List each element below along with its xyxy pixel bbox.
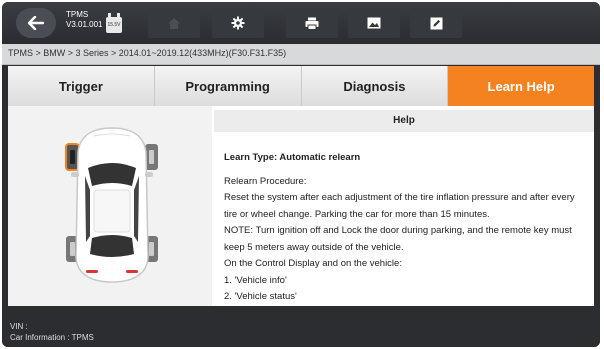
settings-button[interactable] xyxy=(212,8,264,38)
tab-programming[interactable]: Programming xyxy=(154,66,302,106)
help-header: Help xyxy=(214,110,594,132)
edit-icon xyxy=(430,17,442,29)
device-screen: TPMS V3.01.001 15.5V TPMS > BMW > 3 Seri… xyxy=(2,2,600,347)
image-button[interactable] xyxy=(348,8,400,38)
tab-trigger[interactable]: Trigger xyxy=(8,66,155,106)
app-name: TPMS xyxy=(66,10,89,19)
vehicle-info-footer: VIN : Car Information : TPMS xyxy=(2,308,600,347)
help-line: NOTE: Turn ignition off and Lock the doo… xyxy=(224,225,572,253)
print-button[interactable] xyxy=(286,8,338,38)
battery-icon: 15.5V xyxy=(106,11,122,33)
car-information-label: Car Information : TPMS xyxy=(10,333,94,342)
tab-learn-help[interactable]: Learn Help xyxy=(448,66,594,106)
home-icon xyxy=(168,17,180,29)
vin-label: VIN : xyxy=(10,322,28,331)
edit-button[interactable] xyxy=(410,8,462,38)
settings-icon xyxy=(231,16,245,30)
help-line: Reset the system after each adjustment o… xyxy=(224,192,575,220)
breadcrumb: TPMS > BMW > 3 Series > 2014.01~2019.12(… xyxy=(8,48,287,58)
back-arrow-icon xyxy=(28,16,44,30)
breadcrumb-bar: TPMS > BMW > 3 Series > 2014.01~2019.12(… xyxy=(2,44,600,65)
print-icon xyxy=(305,17,319,30)
battery-voltage: 15.5V xyxy=(106,17,122,33)
help-line: 1. 'Vehicle info' xyxy=(224,274,287,286)
tab-diagnosis[interactable]: Diagnosis xyxy=(301,66,449,106)
content-area: Help Learn Type: Automatic relearn Relea… xyxy=(8,106,594,306)
help-line: 2. 'Vehicle status' xyxy=(224,291,297,302)
app-version: V3.01.001 xyxy=(66,20,103,29)
back-button[interactable] xyxy=(16,8,56,38)
tab-bar: Trigger Programming Diagnosis Learn Help xyxy=(8,66,594,106)
car-top-view-image xyxy=(65,127,158,283)
screen: TPMS V3.01.001 15.5V TPMS > BMW > 3 Seri… xyxy=(0,0,604,349)
app-title: TPMS V3.01.001 xyxy=(66,10,102,30)
help-panel: Help Learn Type: Automatic relearn Relea… xyxy=(214,106,594,306)
home-button[interactable] xyxy=(148,8,200,38)
top-toolbar: TPMS V3.01.001 15.5V xyxy=(2,2,600,44)
help-line: Relearn Procedure: xyxy=(224,175,307,187)
help-text: Learn Type: Automatic relearn Relearn Pr… xyxy=(224,150,590,306)
learn-type-label: Learn Type: Automatic relearn xyxy=(224,152,361,163)
help-line: On the Control Display and on the vehicl… xyxy=(224,258,402,269)
car-diagram-panel xyxy=(8,106,212,306)
image-icon xyxy=(367,17,381,29)
